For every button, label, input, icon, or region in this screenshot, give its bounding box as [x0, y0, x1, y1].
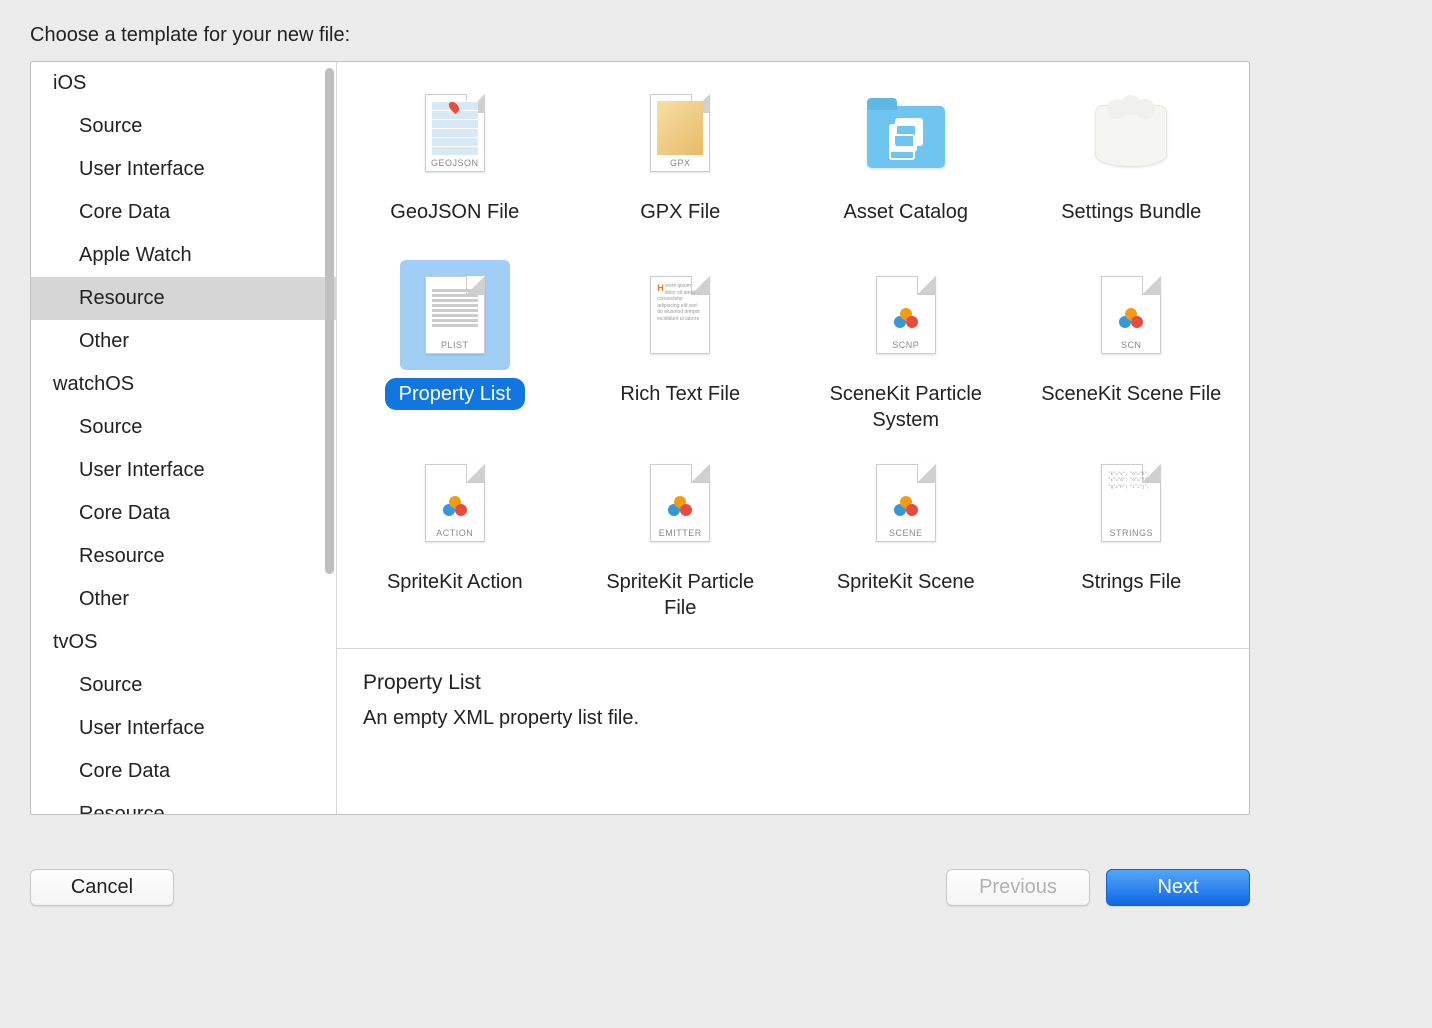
template-item-gpx-file[interactable]: GPX GPX File	[573, 78, 789, 248]
sidebar-item-resource[interactable]: Resource	[31, 277, 336, 320]
template-content-pane: GEOJSON GeoJSON File GPX GPX File Asset Cata…	[337, 62, 1249, 814]
new-file-template-dialog: Choose a template for your new file: iOS…	[0, 0, 1280, 920]
template-icon-wrap: orem ipsum dolor sit amet consectetur ad…	[625, 260, 735, 370]
template-label: Settings Bundle	[1047, 196, 1215, 248]
template-icon-wrap: SCN	[1076, 260, 1186, 370]
sidebar-item-apple-watch[interactable]: Apple Watch	[31, 234, 336, 277]
sidebar-item-resource[interactable]: Resource	[31, 535, 336, 578]
previous-button[interactable]: Previous	[946, 869, 1090, 906]
template-detail-pane: Property List An empty XML property list…	[337, 648, 1249, 814]
sidebar-item-source[interactable]: Source	[31, 406, 336, 449]
plist-file-icon: PLIST	[425, 276, 485, 354]
template-icon-wrap: SCENE	[851, 448, 961, 558]
rtf-file-icon: orem ipsum dolor sit amet consectetur ad…	[650, 276, 710, 354]
bundle-icon	[1095, 105, 1167, 167]
template-icon-wrap	[1076, 78, 1186, 188]
detail-title: Property List	[363, 671, 1223, 695]
balls-file-icon: SCENE	[876, 464, 936, 542]
template-item-spritekit-particle-file[interactable]: EMITTER SpriteKit Particle File	[573, 448, 789, 624]
balls-file-icon: SCNP	[876, 276, 936, 354]
template-icon-wrap: PLIST	[400, 260, 510, 370]
sidebar-scrollbar-thumb[interactable]	[325, 68, 334, 574]
template-item-scenekit-scene-file[interactable]: SCN SceneKit Scene File	[1024, 260, 1240, 436]
geojson-file-icon: GEOJSON	[425, 94, 485, 172]
cancel-button[interactable]: Cancel	[30, 869, 174, 906]
sidebar-item-other[interactable]: Other	[31, 578, 336, 621]
template-category-sidebar[interactable]: iOSSourceUser InterfaceCore DataApple Wa…	[31, 62, 337, 814]
sidebar-section-header[interactable]: watchOS	[31, 363, 336, 406]
balls-file-icon: EMITTER	[650, 464, 710, 542]
gpx-file-icon: GPX	[650, 94, 710, 172]
template-label: GPX File	[626, 196, 734, 248]
template-icon-wrap: GEOJSON	[400, 78, 510, 188]
template-icon-wrap: EMITTER	[625, 448, 735, 558]
template-grid[interactable]: GEOJSON GeoJSON File GPX GPX File Asset Cata…	[337, 62, 1249, 648]
template-icon-wrap: GPX	[625, 78, 735, 188]
template-item-spritekit-action[interactable]: ACTION SpriteKit Action	[347, 448, 563, 624]
sidebar-section-header[interactable]: tvOS	[31, 621, 336, 664]
sidebar-item-resource[interactable]: Resource	[31, 793, 336, 814]
template-item-property-list[interactable]: PLIST Property List	[347, 260, 563, 436]
template-item-asset-catalog[interactable]: Asset Catalog	[798, 78, 1014, 248]
sidebar-item-core-data[interactable]: Core Data	[31, 191, 336, 234]
template-icon-wrap: ACTION	[400, 448, 510, 558]
template-item-scenekit-particle-system[interactable]: SCNP SceneKit Particle System	[798, 260, 1014, 436]
template-item-settings-bundle[interactable]: Settings Bundle	[1024, 78, 1240, 248]
template-label: Strings File	[1067, 566, 1195, 618]
template-label: SpriteKit Particle File	[575, 566, 785, 624]
sidebar-item-other[interactable]: Other	[31, 320, 336, 363]
template-icon-wrap	[851, 78, 961, 188]
sidebar-item-user-interface[interactable]: User Interface	[31, 449, 336, 492]
strings-file-icon: "k"="v"; "a"="b"; "c"="d"; "e"="f"; "g"=…	[1101, 464, 1161, 542]
sidebar-section-header[interactable]: iOS	[31, 62, 336, 105]
next-button[interactable]: Next	[1106, 869, 1250, 906]
dialog-title: Choose a template for your new file:	[0, 0, 1280, 61]
template-label: Property List	[385, 378, 525, 410]
template-icon-wrap: SCNP	[851, 260, 961, 370]
detail-description: An empty XML property list file.	[363, 707, 1223, 730]
template-icon-wrap: "k"="v"; "a"="b"; "c"="d"; "e"="f"; "g"=…	[1076, 448, 1186, 558]
template-label: SceneKit Particle System	[801, 378, 1011, 436]
template-label: GeoJSON File	[376, 196, 533, 248]
balls-file-icon: ACTION	[425, 464, 485, 542]
template-label: SpriteKit Action	[373, 566, 537, 618]
sidebar-item-source[interactable]: Source	[31, 664, 336, 707]
folder-icon	[867, 106, 945, 168]
template-label: SpriteKit Scene	[823, 566, 989, 618]
template-item-rich-text-file[interactable]: orem ipsum dolor sit amet consectetur ad…	[573, 260, 789, 436]
template-label: SceneKit Scene File	[1027, 378, 1235, 430]
balls-file-icon: SCN	[1101, 276, 1161, 354]
template-label: Asset Catalog	[829, 196, 982, 248]
sidebar-item-source[interactable]: Source	[31, 105, 336, 148]
template-item-geojson-file[interactable]: GEOJSON GeoJSON File	[347, 78, 563, 248]
sidebar-item-user-interface[interactable]: User Interface	[31, 707, 336, 750]
template-item-spritekit-scene[interactable]: SCENE SpriteKit Scene	[798, 448, 1014, 624]
main-area: iOSSourceUser InterfaceCore DataApple Wa…	[30, 61, 1250, 815]
template-label: Rich Text File	[606, 378, 754, 430]
dialog-button-bar: Cancel Previous Next	[30, 869, 1250, 906]
sidebar-item-user-interface[interactable]: User Interface	[31, 148, 336, 191]
template-item-strings-file[interactable]: "k"="v"; "a"="b"; "c"="d"; "e"="f"; "g"=…	[1024, 448, 1240, 624]
sidebar-item-core-data[interactable]: Core Data	[31, 492, 336, 535]
sidebar-item-core-data[interactable]: Core Data	[31, 750, 336, 793]
